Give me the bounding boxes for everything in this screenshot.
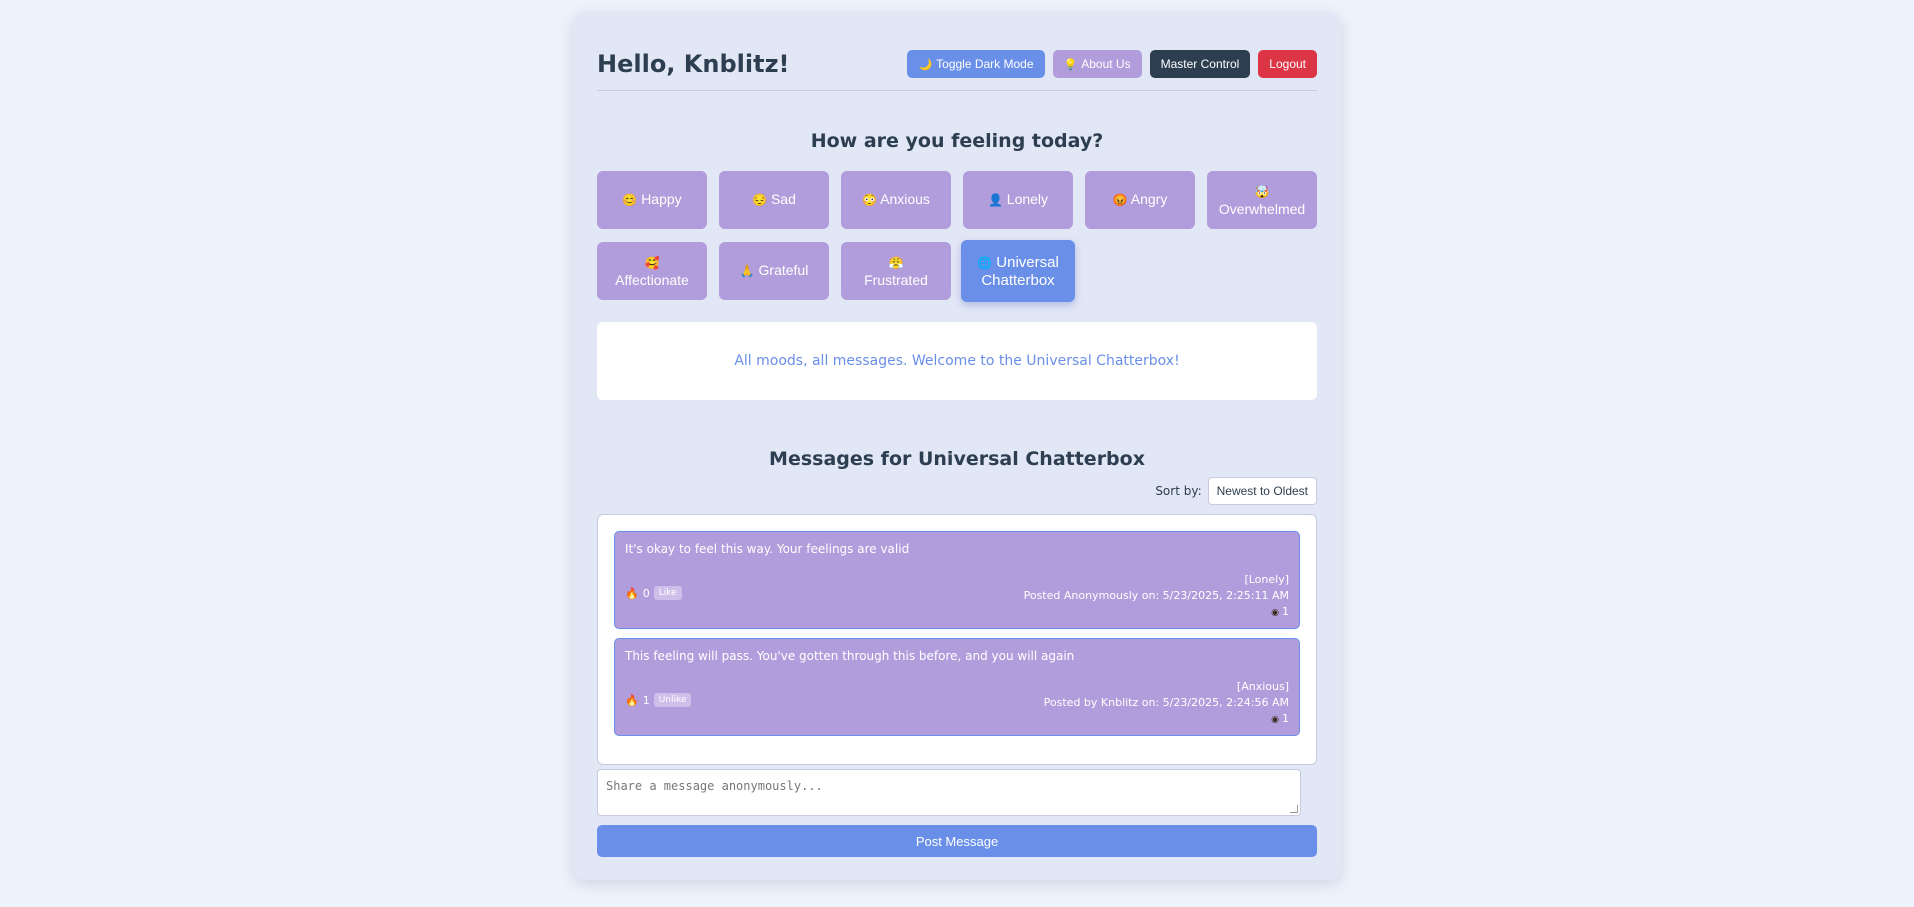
sort-row: Sort by: Newest to Oldest: [1155, 477, 1317, 505]
fire-icon: 🔥: [625, 693, 639, 707]
mood-button-frustrated[interactable]: 😤 Frustrated: [841, 242, 951, 300]
like-count: 1: [642, 693, 650, 707]
mood-button-anxious[interactable]: 😳 Anxious: [841, 171, 951, 229]
mood-button-angry[interactable]: 😡 Angry: [1085, 171, 1195, 229]
globe-icon: 🌐: [977, 255, 993, 270]
mood-button-grateful[interactable]: 🙏 Grateful: [719, 242, 829, 300]
sort-label: Sort by:: [1155, 484, 1202, 498]
like-row: 🔥 0 Like: [625, 586, 682, 600]
happy-face-icon: 😊: [622, 193, 638, 207]
mood-button-affectionate[interactable]: 🥰 Affectionate: [597, 242, 707, 300]
moon-icon: 🌙: [918, 59, 933, 71]
like-button[interactable]: Like: [653, 586, 682, 600]
eye-icon: ◉: [1271, 715, 1279, 725]
view-count: 1: [1282, 712, 1289, 725]
like-row: 🔥 1 Unlike: [625, 693, 692, 707]
header: Hello, Knblitz! 🌙 Toggle Dark Mode 💡 About…: [597, 34, 1317, 91]
eye-icon: ◉: [1271, 608, 1279, 618]
master-control-button[interactable]: Master Control: [1149, 50, 1251, 78]
mood-label: Lonely: [1006, 191, 1049, 207]
view-count-row: ◉ 1: [1044, 711, 1289, 728]
mood-label: Grateful: [758, 262, 809, 278]
mood-button-happy[interactable]: 😊 Happy: [597, 171, 707, 229]
post-message-button[interactable]: Post Message: [597, 825, 1317, 857]
message-card: It's okay to feel this way. Your feeling…: [614, 531, 1300, 629]
message-meta: [Anxious] Posted by Knblitz on: 5/23/202…: [1044, 679, 1289, 728]
logout-button[interactable]: Logout: [1258, 50, 1317, 78]
greeting-title: Hello, Knblitz!: [597, 50, 790, 78]
sad-face-icon: 😔: [752, 193, 768, 207]
unlike-button[interactable]: Unlike: [653, 693, 692, 707]
mood-button-sad[interactable]: 😔 Sad: [719, 171, 829, 229]
messages-title: Messages for Universal Chatterbox: [769, 448, 1145, 470]
mood-tag: [Lonely]: [1244, 573, 1289, 586]
praying-hands-icon: 🙏: [739, 264, 755, 278]
toggle-dark-mode-button[interactable]: 🌙 Toggle Dark Mode: [907, 50, 1045, 78]
fire-icon: 🔥: [625, 586, 639, 600]
message-meta: [Lonely] Posted Anonymously on: 5/23/202…: [1024, 572, 1289, 621]
welcome-banner: All moods, all messages. Welcome to the …: [597, 322, 1317, 400]
view-count-row: ◉ 1: [1024, 604, 1289, 621]
mood-label: Frustrated: [864, 271, 928, 288]
mood-label: Universal Chatterbox: [981, 253, 1059, 289]
anxious-face-icon: 😳: [862, 193, 877, 207]
posted-info: Posted Anonymously on: 5/23/2025, 2:25:1…: [1023, 589, 1289, 602]
message-text: This feeling will pass. You've gotten th…: [625, 649, 1075, 663]
resize-handle[interactable]: [1290, 805, 1298, 813]
mood-prompt: How are you feeling today?: [810, 130, 1104, 152]
mood-label: Overwhelmed: [1218, 200, 1306, 217]
mood-tag: [Anxious]: [1236, 680, 1289, 693]
welcome-text: All moods, all messages. Welcome to the …: [734, 353, 1180, 369]
steam-face-icon: 😤: [888, 255, 904, 270]
mood-label: Sad: [770, 191, 796, 207]
mood-button-overwhelmed[interactable]: 🤯 Overwhelmed: [1207, 171, 1317, 229]
toggle-dark-mode-label: Toggle Dark Mode: [936, 57, 1034, 71]
mood-label: Anxious: [880, 191, 930, 207]
view-count: 1: [1282, 605, 1289, 618]
lightbulb-icon: 💡: [1063, 59, 1078, 71]
posted-info: Posted by Knblitz on: 5/23/2025, 2:24:56…: [1043, 696, 1289, 709]
angry-face-icon: 😡: [1112, 193, 1128, 207]
mood-label: Happy: [641, 191, 682, 207]
mood-label: Angry: [1130, 191, 1168, 207]
hearts-face-icon: 🥰: [644, 255, 660, 270]
like-count: 0: [642, 586, 650, 600]
person-silhouette-icon: 👤: [987, 193, 1003, 207]
about-us-button[interactable]: 💡 About Us: [1052, 50, 1142, 78]
sort-select[interactable]: Newest to Oldest: [1207, 477, 1317, 505]
about-us-label: About Us: [1081, 57, 1131, 71]
mood-button-lonely[interactable]: 👤 Lonely: [963, 171, 1073, 229]
message-text: It's okay to feel this way. Your feeling…: [625, 542, 910, 556]
message-input-placeholder: Share a message anonymously...: [606, 779, 823, 793]
message-list[interactable]: It's okay to feel this way. Your feeling…: [597, 514, 1317, 765]
header-buttons: 🌙 Toggle Dark Mode 💡 About Us Master Contr…: [907, 50, 1317, 78]
main-card: Hello, Knblitz! 🌙 Toggle Dark Mode 💡 About…: [573, 12, 1341, 880]
mood-button-universal-chatterbox[interactable]: 🌐 Universal Chatterbox: [961, 240, 1075, 302]
mood-label: Affectionate: [615, 271, 689, 288]
exploding-head-icon: 🤯: [1254, 184, 1270, 199]
message-card: This feeling will pass. You've gotten th…: [614, 638, 1300, 736]
message-input[interactable]: Share a message anonymously...: [597, 769, 1301, 816]
